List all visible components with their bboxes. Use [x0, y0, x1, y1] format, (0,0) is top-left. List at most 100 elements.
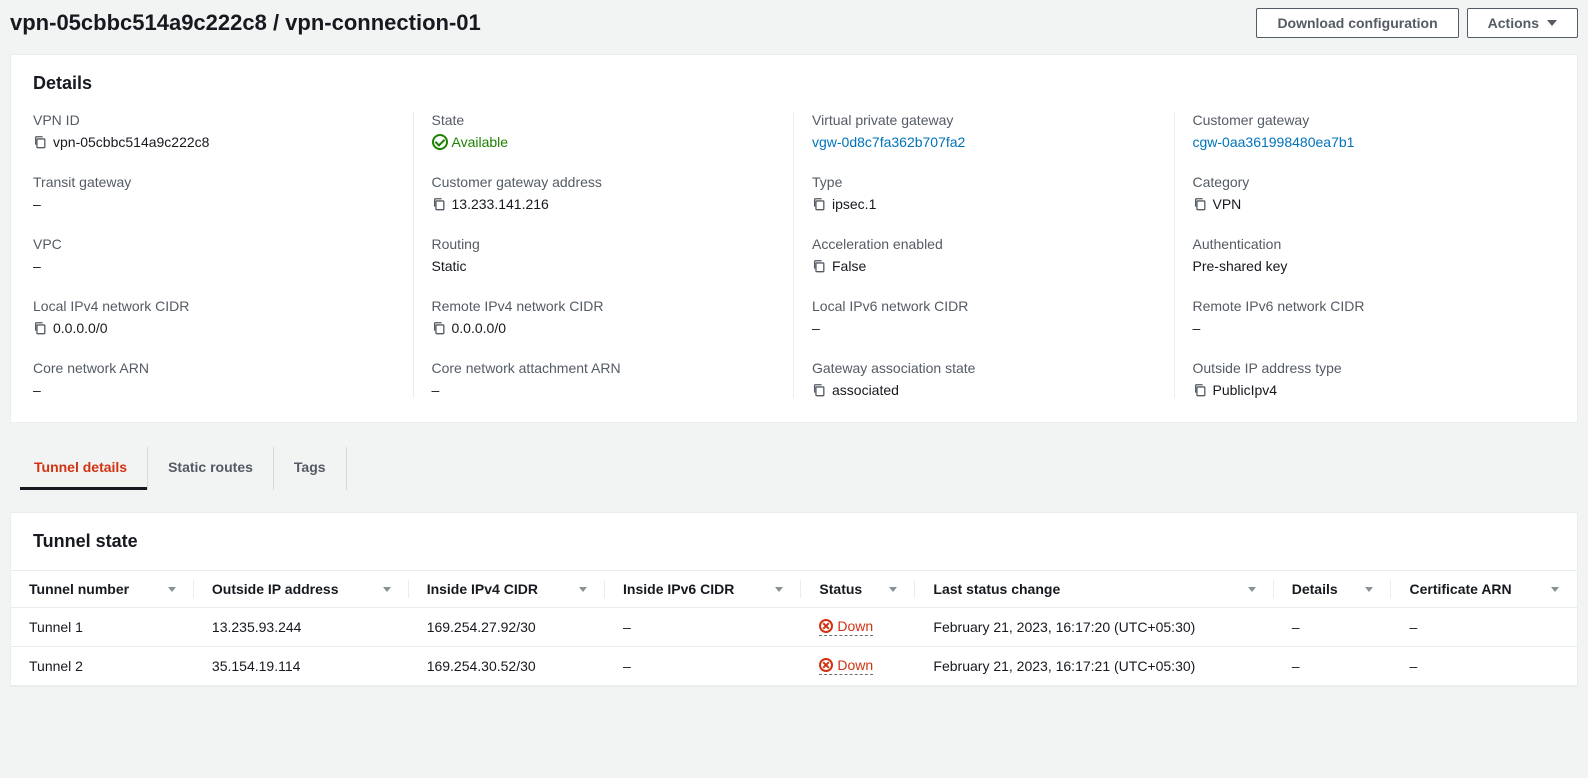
cell-last-change: February 21, 2023, 16:17:20 (UTC+05:30)	[915, 608, 1273, 647]
vpn-id-label: VPN ID	[33, 112, 383, 128]
copy-icon[interactable]	[812, 197, 826, 211]
routing-label: Routing	[432, 236, 764, 252]
th-outside-ip[interactable]: Outside IP address	[194, 571, 409, 608]
vpc-value: –	[33, 258, 383, 274]
cgw-address-value: 13.233.141.216	[452, 196, 549, 212]
tunnel-state-heading: Tunnel state	[11, 513, 1577, 570]
auth-value: Pre-shared key	[1193, 258, 1526, 274]
tab-static-routes[interactable]: Static routes	[147, 447, 273, 490]
gateway-assoc-label: Gateway association state	[812, 360, 1144, 376]
vpn-id-value: vpn-05cbbc514a9c222c8	[53, 134, 209, 150]
gateway-assoc-value: associated	[832, 382, 899, 398]
copy-icon[interactable]	[812, 259, 826, 273]
status-badge: Down	[819, 657, 873, 675]
tunnel-table: Tunnel number Outside IP address Inside …	[11, 570, 1577, 686]
type-value: ipsec.1	[832, 196, 876, 212]
cell-inside-ipv6: –	[605, 608, 801, 647]
cell-last-change: February 21, 2023, 16:17:21 (UTC+05:30)	[915, 647, 1273, 686]
sort-icon[interactable]	[1551, 587, 1559, 592]
actions-button[interactable]: Actions	[1467, 8, 1578, 38]
th-status[interactable]: Status	[801, 571, 915, 608]
outside-ip-type-label: Outside IP address type	[1193, 360, 1526, 376]
copy-icon[interactable]	[33, 135, 47, 149]
tab-tags[interactable]: Tags	[273, 447, 347, 490]
vpg-link[interactable]: vgw-0d8c7fa362b707fa2	[812, 134, 965, 150]
copy-icon[interactable]	[1193, 197, 1207, 211]
cgw-link[interactable]: cgw-0aa361998480ea7b1	[1193, 134, 1355, 150]
category-value: VPN	[1213, 196, 1242, 212]
remote-ipv6-cidr-value: –	[1193, 320, 1526, 336]
cell-outside-ip: 13.235.93.244	[194, 608, 409, 647]
x-circle-icon	[819, 619, 833, 633]
tunnel-state-panel: Tunnel state Tunnel number Outside IP ad…	[10, 512, 1578, 687]
actions-label: Actions	[1488, 15, 1539, 31]
cgw-address-label: Customer gateway address	[432, 174, 764, 190]
type-label: Type	[812, 174, 1144, 190]
check-circle-icon	[432, 134, 448, 150]
core-network-attachment-arn-value: –	[432, 382, 764, 398]
table-row: Tunnel 235.154.19.114169.254.30.52/30–Do…	[11, 647, 1577, 686]
cell-tunnel-number: Tunnel 2	[11, 647, 194, 686]
remote-ipv4-cidr-value: 0.0.0.0/0	[452, 320, 507, 336]
cell-tunnel-number: Tunnel 1	[11, 608, 194, 647]
tabs: Tunnel details Static routes Tags	[10, 447, 1578, 490]
cgw-label: Customer gateway	[1193, 112, 1526, 128]
th-inside-ipv6[interactable]: Inside IPv6 CIDR	[605, 571, 801, 608]
accel-value: False	[832, 258, 866, 274]
state-value: Available	[432, 134, 509, 150]
accel-label: Acceleration enabled	[812, 236, 1144, 252]
local-ipv4-cidr-label: Local IPv4 network CIDR	[33, 298, 383, 314]
category-label: Category	[1193, 174, 1526, 190]
download-configuration-button[interactable]: Download configuration	[1256, 8, 1458, 38]
th-last-change[interactable]: Last status change	[915, 571, 1273, 608]
local-ipv6-cidr-label: Local IPv6 network CIDR	[812, 298, 1144, 314]
sort-icon[interactable]	[775, 587, 783, 592]
th-cert-arn[interactable]: Certificate ARN	[1391, 571, 1577, 608]
copy-icon[interactable]	[432, 321, 446, 335]
routing-value: Static	[432, 258, 764, 274]
x-circle-icon	[819, 658, 833, 672]
sort-icon[interactable]	[579, 587, 587, 592]
th-inside-ipv4[interactable]: Inside IPv4 CIDR	[409, 571, 605, 608]
cell-inside-ipv6: –	[605, 647, 801, 686]
copy-icon[interactable]	[1193, 383, 1207, 397]
sort-icon[interactable]	[168, 587, 176, 592]
cell-cert-arn: –	[1391, 608, 1577, 647]
cell-inside-ipv4: 169.254.27.92/30	[409, 608, 605, 647]
auth-label: Authentication	[1193, 236, 1526, 252]
core-network-arn-value: –	[33, 382, 383, 398]
transit-gateway-value: –	[33, 196, 383, 212]
remote-ipv6-cidr-label: Remote IPv6 network CIDR	[1193, 298, 1526, 314]
download-config-label: Download configuration	[1277, 15, 1437, 31]
cell-details: –	[1274, 647, 1392, 686]
sort-icon[interactable]	[889, 587, 897, 592]
caret-down-icon	[1547, 20, 1557, 26]
state-label: State	[432, 112, 764, 128]
sort-icon[interactable]	[1248, 587, 1256, 592]
tab-tunnel-details[interactable]: Tunnel details	[20, 447, 147, 490]
cell-cert-arn: –	[1391, 647, 1577, 686]
vpc-label: VPC	[33, 236, 383, 252]
copy-icon[interactable]	[432, 197, 446, 211]
cell-inside-ipv4: 169.254.30.52/30	[409, 647, 605, 686]
details-heading: Details	[11, 55, 1577, 112]
page-title: vpn-05cbbc514a9c222c8 / vpn-connection-0…	[10, 10, 481, 36]
details-panel: Details VPN ID vpn-05cbbc514a9c222c8 Tra…	[10, 54, 1578, 423]
sort-icon[interactable]	[1365, 587, 1373, 592]
outside-ip-type-value: PublicIpv4	[1213, 382, 1278, 398]
core-network-arn-label: Core network ARN	[33, 360, 383, 376]
local-ipv6-cidr-value: –	[812, 320, 1144, 336]
copy-icon[interactable]	[812, 383, 826, 397]
local-ipv4-cidr-value: 0.0.0.0/0	[53, 320, 108, 336]
vpg-label: Virtual private gateway	[812, 112, 1144, 128]
remote-ipv4-cidr-label: Remote IPv4 network CIDR	[432, 298, 764, 314]
th-tunnel-number[interactable]: Tunnel number	[11, 571, 194, 608]
cell-details: –	[1274, 608, 1392, 647]
table-row: Tunnel 113.235.93.244169.254.27.92/30–Do…	[11, 608, 1577, 647]
sort-icon[interactable]	[383, 587, 391, 592]
status-badge: Down	[819, 618, 873, 636]
cell-outside-ip: 35.154.19.114	[194, 647, 409, 686]
core-network-attachment-arn-label: Core network attachment ARN	[432, 360, 764, 376]
th-details[interactable]: Details	[1274, 571, 1392, 608]
copy-icon[interactable]	[33, 321, 47, 335]
